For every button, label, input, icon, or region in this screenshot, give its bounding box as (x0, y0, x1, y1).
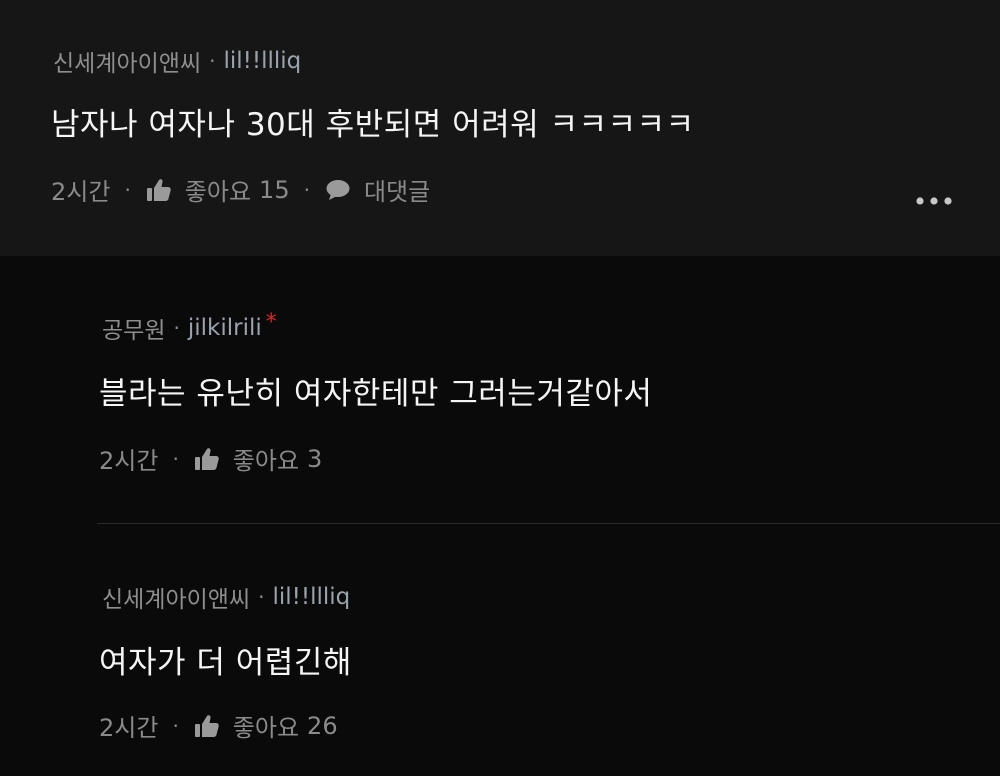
author-badge: * (265, 309, 277, 335)
separator-dot: · (124, 177, 131, 202)
thumbs-up-icon (193, 712, 221, 740)
like-label: 좋아요 (184, 178, 252, 206)
speech-bubble-icon (324, 176, 352, 204)
more-options-button[interactable] (910, 186, 958, 214)
comment-3-author: 신세계아이앤씨 · lil!!llliq (102, 580, 350, 614)
thumbs-up-icon (145, 176, 173, 204)
company-name[interactable]: 신세계아이앤씨 (53, 44, 201, 78)
like-count: 15 (259, 175, 290, 204)
like-button[interactable]: 좋아요 3 (193, 441, 323, 476)
like-count: 26 (307, 711, 338, 740)
reply-label: 대댓글 (363, 178, 431, 206)
more-dots-icon (914, 191, 954, 210)
company-name[interactable]: 공무원 (102, 311, 165, 345)
comment-1-actions: 2시간 · 좋아요 15 · 대댓글 (51, 172, 430, 207)
nickname[interactable]: lil!!llliq (272, 584, 350, 610)
separator-dot: · (172, 446, 179, 471)
comment-2-text: 블라는 유난히 여자한테만 그러는거같아서 (99, 376, 653, 412)
comment-3-text: 여자가 더 어렵긴해 (99, 645, 352, 681)
separator-dot: · (173, 316, 180, 340)
timestamp: 2시간 (99, 714, 159, 742)
like-count: 3 (307, 444, 323, 473)
comment-1-author: 신세계아이앤씨 · lil!!llliq (53, 44, 301, 78)
nickname[interactable]: lil!!llliq (223, 48, 301, 74)
like-label: 좋아요 (232, 447, 300, 475)
nickname[interactable]: jilkilrili (188, 315, 262, 341)
reply-divider (97, 523, 1000, 524)
timestamp: 2시간 (99, 447, 159, 475)
like-button[interactable]: 좋아요 15 (145, 172, 290, 207)
separator-dot: · (303, 177, 310, 202)
like-button[interactable]: 좋아요 26 (193, 708, 338, 743)
separator-dot: · (258, 585, 265, 609)
comment-2-author: 공무원 · jilkilrili * (102, 309, 277, 345)
separator-dot: · (172, 713, 179, 738)
company-name[interactable]: 신세계아이앤씨 (102, 580, 250, 614)
like-label: 좋아요 (232, 714, 300, 742)
timestamp: 2시간 (51, 178, 111, 206)
comment-3-actions: 2시간 · 좋아요 26 (99, 708, 338, 743)
thumbs-up-icon (193, 445, 221, 473)
reply-button[interactable]: 대댓글 (324, 172, 430, 207)
comment-2-actions: 2시간 · 좋아요 3 (99, 441, 322, 476)
comment-1-text: 남자나 여자나 30대 후반되면 어려워 ㅋㅋㅋㅋㅋ (51, 107, 695, 143)
separator-dot: · (209, 49, 216, 73)
